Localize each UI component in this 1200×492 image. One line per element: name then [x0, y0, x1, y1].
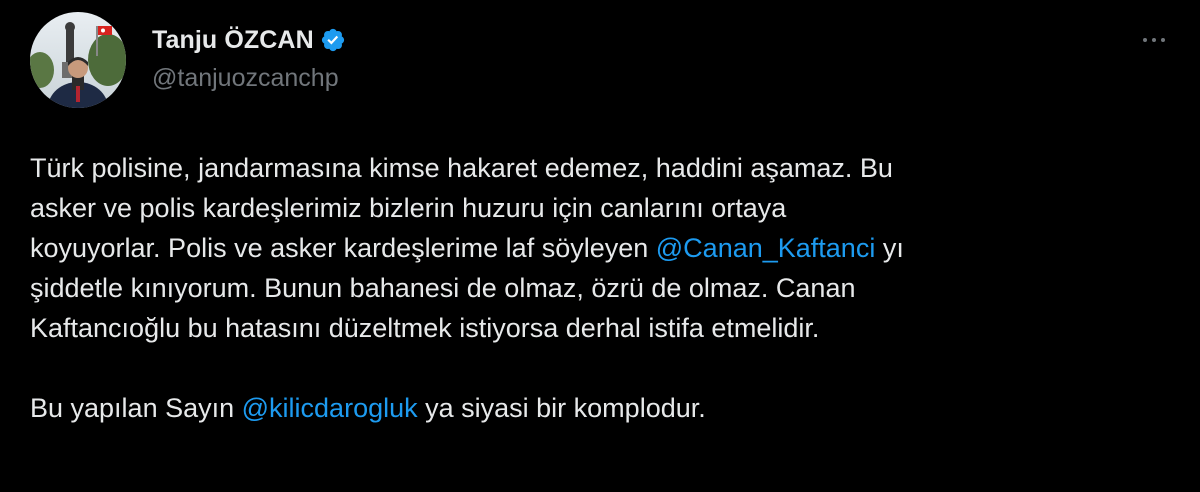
text-segment: koyuyorlar. Polis ve asker kardeşlerime … — [30, 233, 656, 263]
text-segment: yı — [875, 233, 904, 263]
verified-badge-icon[interactable] — [320, 27, 346, 53]
text-line: asker ve polis kardeşlerimiz bizlerin hu… — [30, 193, 787, 223]
mention-link-canan[interactable]: @Canan_Kaftanci — [656, 233, 876, 263]
name-row: Tanju ÖZCAN — [152, 22, 346, 58]
user-handle[interactable]: @tanjuozcanchp — [152, 64, 346, 93]
text-line: koyuyorlar. Polis ve asker kardeşlerime … — [30, 228, 1180, 268]
profile-photo — [30, 12, 126, 108]
dot — [1161, 38, 1165, 42]
text-line: Bu yapılan Sayın @kilicdarogluk ya siyas… — [30, 388, 1180, 428]
text-line: Türk polisine, jandarmasına kimse hakare… — [30, 153, 893, 183]
dot — [1143, 38, 1147, 42]
more-options-icon[interactable] — [1134, 24, 1174, 56]
text-segment: ya siyasi bir komplodur. — [417, 393, 706, 423]
text-line: şiddetle kınıyorum. Bunun bahanesi de ol… — [30, 273, 856, 303]
dot — [1152, 38, 1156, 42]
author-info: Tanju ÖZCAN @tanjuozcanchp — [152, 22, 346, 93]
tweet-text: Türk polisine, jandarmasına kimse hakare… — [30, 148, 1180, 428]
avatar[interactable] — [30, 12, 126, 108]
display-name[interactable]: Tanju ÖZCAN — [152, 26, 314, 55]
tweet-paragraph-2: Bu yapılan Sayın @kilicdarogluk ya siyas… — [30, 388, 1180, 428]
text-segment: Bu yapılan Sayın — [30, 393, 242, 423]
tweet-paragraph-1: Türk polisine, jandarmasına kimse hakare… — [30, 148, 1180, 348]
text-line: Kaftancıoğlu bu hatasını düzeltmek istiy… — [30, 313, 820, 343]
mention-link-kilicdaroglu[interactable]: @kilicdarogluk — [242, 393, 418, 423]
tweet-card: Tanju ÖZCAN @tanjuozcanchp Türk polisine… — [0, 0, 1200, 492]
